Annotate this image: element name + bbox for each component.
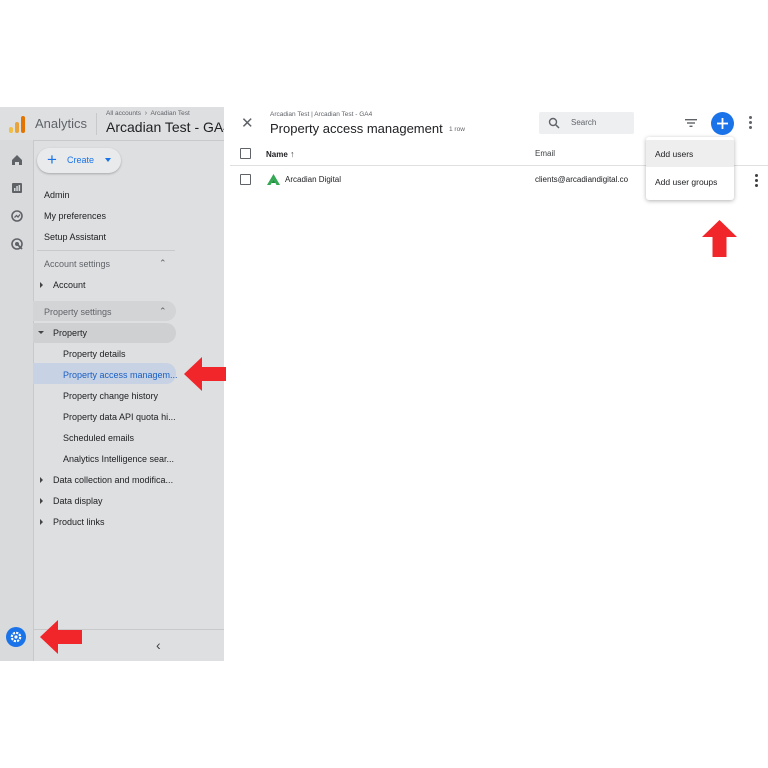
nav-rail [0,140,34,661]
sort-arrow-up-icon: ↑ [290,149,295,159]
analytics-logo-icon [9,115,25,133]
annotation-arrow-up-icon [702,220,737,257]
select-all-checkbox[interactable] [240,148,251,159]
product-name: Analytics [35,116,88,131]
sidebar-item-account[interactable]: Account [53,280,86,290]
row-count: 1 row [449,126,465,133]
collapse-sidebar-icon[interactable]: ‹ [156,637,161,653]
search-placeholder: Search [571,118,597,127]
explore-icon[interactable] [9,208,25,224]
menu-item-add-users[interactable]: Add users [646,140,734,167]
property-title[interactable]: Arcadian Test - GA4 [106,119,224,135]
add-dropdown-menu: Add users Add user groups [646,137,734,200]
annotation-arrow-left-icon [184,357,226,391]
chevron-up-icon[interactable]: ⌃ [159,258,167,269]
expand-arrow-icon[interactable] [40,498,43,504]
page-title: Property access management [270,121,443,136]
table-row-email: clients@arcadiandigital.co [535,175,629,184]
breadcrumb-all-accounts[interactable]: All accounts [106,110,141,117]
search-box[interactable]: Search [539,112,634,134]
sidebar-subitem-property-access[interactable]: Property access managem... [63,370,178,380]
table-row-name[interactable]: Arcadian Digital [285,175,341,184]
dropdown-arrow-icon [105,158,111,162]
filter-icon[interactable] [684,117,698,129]
section-account-settings[interactable]: Account settings [44,259,110,269]
chevron-up-icon[interactable]: ⌃ [159,306,167,317]
more-options-icon[interactable] [749,116,753,130]
sidebar-divider [37,250,175,251]
sidebar-subitem-scheduled-emails[interactable]: Scheduled emails [63,433,134,443]
sidebar-item-setup-assistant[interactable]: Setup Assistant [44,232,106,242]
collapse-arrow-icon[interactable] [38,331,44,334]
create-label: Create [67,155,95,165]
reports-icon[interactable] [9,180,25,196]
menu-item-add-user-groups[interactable]: Add user groups [646,168,734,196]
advertising-icon[interactable] [9,236,25,252]
panel-breadcrumb: Arcadian Test | Arcadian Test - GA4 [270,111,373,118]
close-icon[interactable]: ✕ [241,114,254,132]
add-user-groups-label: Add user groups [655,177,718,187]
search-icon [548,117,560,129]
add-button[interactable] [711,112,734,135]
sidebar-subitem-change-history[interactable]: Property change history [63,391,158,401]
admin-gear-icon[interactable] [5,626,27,648]
breadcrumb-account[interactable]: Arcadian Test [151,110,190,117]
sidebar-item-admin[interactable]: Admin [44,190,70,200]
analytics-header: Analytics All accounts › Arcadian Test A… [0,107,224,141]
name-header-label: Name [266,150,288,159]
row-checkbox[interactable] [240,174,251,185]
home-icon[interactable] [9,152,25,168]
header-divider [96,113,97,135]
section-property-settings[interactable]: Property settings [44,307,112,317]
account-breadcrumb[interactable]: All accounts › Arcadian Test [106,110,190,117]
sidebar-item-data-collection[interactable]: Data collection and modifica... [53,475,173,485]
sidebar-item-property[interactable]: Property [53,328,87,338]
chevron-right-icon: › [142,110,150,117]
row-more-options-icon[interactable] [755,174,759,188]
column-header-name[interactable]: Name ↑ [266,149,295,159]
sidebar-item-preferences[interactable]: My preferences [44,211,106,221]
column-header-email[interactable]: Email [535,149,555,158]
create-button[interactable]: + Create [37,148,121,173]
add-users-label: Add users [655,149,694,159]
expand-arrow-icon[interactable] [40,519,43,525]
plus-icon [717,118,728,129]
plus-icon: + [47,150,57,169]
annotation-arrow-left-icon [40,620,82,654]
sidebar-subitem-property-details[interactable]: Property details [63,349,126,359]
expand-arrow-icon[interactable] [40,477,43,483]
expand-arrow-icon[interactable] [40,282,43,288]
arcadian-logo-icon [267,174,280,185]
sidebar-item-data-display[interactable]: Data display [53,496,103,506]
sidebar-subitem-intelligence[interactable]: Analytics Intelligence sear... [63,454,174,464]
sidebar-subitem-api-quota[interactable]: Property data API quota hi... [63,412,176,422]
sidebar-item-product-links[interactable]: Product links [53,517,105,527]
